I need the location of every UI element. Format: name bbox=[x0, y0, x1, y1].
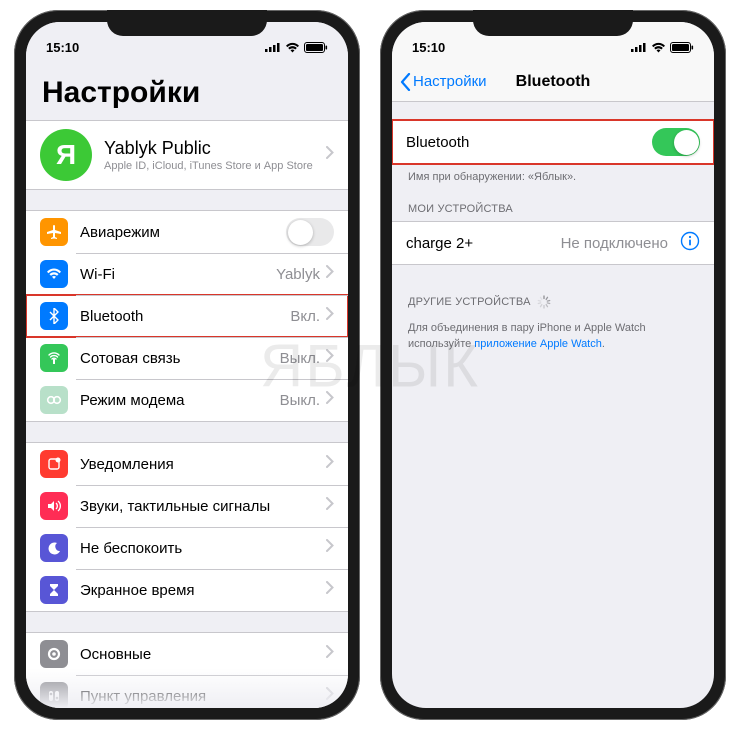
page-title: Настройки bbox=[26, 62, 348, 120]
sounds-icon bbox=[40, 492, 68, 520]
gear-icon bbox=[40, 640, 68, 668]
device-name: charge 2+ bbox=[406, 235, 561, 252]
notifications-icon bbox=[40, 450, 68, 478]
chevron-right-icon bbox=[326, 455, 334, 473]
screentime-label: Экранное время bbox=[80, 582, 326, 599]
battery-icon bbox=[304, 42, 328, 53]
avatar: Я bbox=[40, 129, 92, 181]
battery-icon bbox=[670, 42, 694, 53]
bluetooth-label: Bluetooth bbox=[80, 308, 290, 325]
cellular-row[interactable]: Сотовая связь Выкл. bbox=[26, 337, 348, 379]
chevron-right-icon bbox=[326, 146, 334, 164]
chevron-right-icon bbox=[326, 687, 334, 705]
sliders-icon bbox=[40, 682, 68, 708]
general-label: Основные bbox=[80, 646, 326, 663]
cellular-value: Выкл. bbox=[280, 350, 320, 367]
hotspot-row[interactable]: Режим модема Выкл. bbox=[26, 379, 348, 421]
cellular-signal-icon bbox=[631, 42, 647, 52]
wifi-row[interactable]: Wi-Fi Yablyk bbox=[26, 253, 348, 295]
apple-watch-link[interactable]: приложение Apple Watch bbox=[474, 338, 602, 350]
status-time: 15:10 bbox=[412, 40, 445, 55]
sounds-row[interactable]: Звуки, тактильные сигналы bbox=[26, 485, 348, 527]
cellular-icon bbox=[40, 344, 68, 372]
chevron-right-icon bbox=[326, 349, 334, 367]
airplane-icon bbox=[40, 218, 68, 246]
hotspot-value: Выкл. bbox=[280, 392, 320, 409]
bluetooth-row[interactable]: Bluetooth Вкл. bbox=[26, 295, 348, 337]
device-status: Не подключено bbox=[561, 235, 668, 252]
chevron-right-icon bbox=[326, 497, 334, 515]
notch bbox=[473, 10, 633, 36]
moon-icon bbox=[40, 534, 68, 562]
screentime-row[interactable]: Экранное время bbox=[26, 569, 348, 611]
back-button[interactable]: Настройки bbox=[400, 73, 487, 91]
chevron-right-icon bbox=[326, 265, 334, 283]
airplane-toggle[interactable] bbox=[286, 218, 334, 246]
other-devices-header: ДРУГИЕ УСТРОЙСТВА bbox=[392, 291, 714, 315]
bluetooth-toggle-row[interactable]: Bluetooth bbox=[392, 121, 714, 163]
other-devices-footer: Для объединения в пару iPhone и Apple Wa… bbox=[392, 315, 714, 358]
general-row[interactable]: Основные bbox=[26, 633, 348, 675]
airplane-row[interactable]: Авиарежим bbox=[26, 211, 348, 253]
chevron-right-icon bbox=[326, 581, 334, 599]
chevron-right-icon bbox=[326, 539, 334, 557]
dnd-row[interactable]: Не беспокоить bbox=[26, 527, 348, 569]
phone-left: 15:10 Настройки Я Yablyk Public Apple ID… bbox=[14, 10, 360, 720]
cellular-label: Сотовая связь bbox=[80, 350, 280, 367]
discoverable-footer: Имя при обнаружении: «Яблык». bbox=[392, 164, 714, 191]
spinner-icon bbox=[537, 295, 551, 309]
back-label: Настройки bbox=[413, 73, 487, 90]
my-devices-header: МОИ УСТРОЙСТВА bbox=[392, 199, 714, 221]
dnd-label: Не беспокоить bbox=[80, 540, 326, 557]
nav-title: Bluetooth bbox=[516, 73, 591, 91]
notifications-label: Уведомления bbox=[80, 456, 326, 473]
notifications-row[interactable]: Уведомления bbox=[26, 443, 348, 485]
notch bbox=[107, 10, 267, 36]
hotspot-label: Режим модема bbox=[80, 392, 280, 409]
profile-subtitle: Apple ID, iCloud, iTunes Store и App Sto… bbox=[104, 160, 326, 172]
phone-right: 15:10 Настройки Bluetooth Bluetooth bbox=[380, 10, 726, 720]
wifi-label: Wi-Fi bbox=[80, 266, 276, 283]
bluetooth-toggle-label: Bluetooth bbox=[406, 134, 652, 151]
controlcenter-row[interactable]: Пункт управления bbox=[26, 675, 348, 708]
chevron-right-icon bbox=[326, 645, 334, 663]
profile-row[interactable]: Я Yablyk Public Apple ID, iCloud, iTunes… bbox=[26, 121, 348, 189]
bluetooth-toggle[interactable] bbox=[652, 128, 700, 156]
profile-name: Yablyk Public bbox=[104, 138, 326, 159]
hotspot-icon bbox=[40, 386, 68, 414]
wifi-icon bbox=[651, 42, 666, 53]
hourglass-icon bbox=[40, 576, 68, 604]
nav-bar: Настройки Bluetooth bbox=[392, 62, 714, 102]
controlcenter-label: Пункт управления bbox=[80, 688, 326, 705]
wifi-icon bbox=[285, 42, 300, 53]
chevron-right-icon bbox=[326, 307, 334, 325]
device-row[interactable]: charge 2+ Не подключено bbox=[392, 222, 714, 264]
status-time: 15:10 bbox=[46, 40, 79, 55]
bluetooth-icon bbox=[40, 302, 68, 330]
bluetooth-value: Вкл. bbox=[290, 308, 320, 325]
cellular-signal-icon bbox=[265, 42, 281, 52]
wifi-value: Yablyk bbox=[276, 266, 320, 283]
info-icon[interactable] bbox=[680, 231, 700, 256]
chevron-right-icon bbox=[326, 391, 334, 409]
sounds-label: Звуки, тактильные сигналы bbox=[80, 498, 326, 515]
airplane-label: Авиарежим bbox=[80, 224, 286, 241]
wifi-settings-icon bbox=[40, 260, 68, 288]
